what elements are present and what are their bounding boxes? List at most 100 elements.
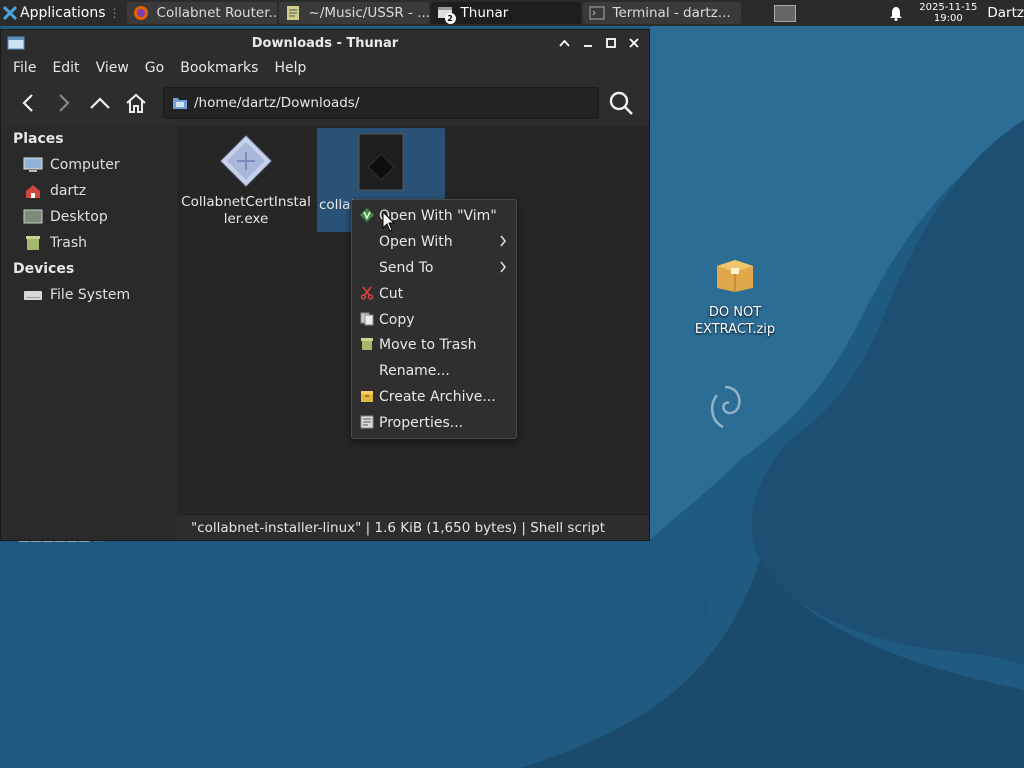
devices-heading: Devices (13, 261, 75, 277)
desktop-icon (23, 209, 43, 224)
file-manager-icon: 2 (437, 5, 456, 24)
sidebar-item-trash[interactable]: Trash (1, 230, 176, 256)
window-count-badge: 2 (444, 13, 456, 24)
forward-button[interactable] (51, 90, 77, 116)
taskbar-item-terminal[interactable]: Terminal - dartz... (582, 2, 741, 24)
parent-folder-button[interactable] (87, 90, 113, 116)
menu-item-properties[interactable]: Properties... (352, 410, 516, 436)
menu-item-label: Send To (379, 259, 434, 276)
applications-label: Applications (20, 5, 106, 21)
taskbar-item-thunar[interactable]: 2 Thunar (430, 2, 581, 24)
applications-menu-button[interactable]: Applications ⋮ (0, 0, 125, 26)
sidebar-item-label: Computer (50, 157, 120, 173)
forward-arrow-icon (59, 94, 70, 112)
mouse-pointer-icon (382, 211, 396, 232)
menu-item-label: Open With "Vim" (379, 207, 497, 224)
sidebar-item-filesystem[interactable]: File System (1, 282, 176, 308)
folder-icon (173, 98, 187, 109)
maximize-icon (605, 37, 616, 48)
status-bar: "collabnet-installer-linux" | 1.6 KiB (1… (177, 514, 649, 540)
debian-swirl-logo (710, 385, 741, 429)
sidebar-item-label: Desktop (50, 209, 108, 225)
home-button[interactable] (123, 90, 149, 116)
minimize-icon (583, 44, 592, 47)
menu-item-create-archive[interactable]: Create Archive... (352, 384, 516, 410)
menu-item-move-to-trash[interactable]: Move to Trash (352, 332, 516, 358)
location-bar[interactable] (163, 87, 599, 119)
archive-icon (361, 391, 373, 403)
menu-item-label: Move to Trash (379, 337, 477, 354)
menu-item-send-to[interactable]: Send To (352, 255, 516, 281)
file-name: collal (319, 197, 355, 213)
taskbar-item-label: Collabnet Router... (156, 5, 277, 21)
menu-item-label: Open With (379, 233, 453, 250)
chevron-up-icon (559, 39, 570, 47)
copy-icon (360, 312, 374, 326)
submenu-arrow-icon (500, 261, 507, 273)
menu-item-cut[interactable]: Cut (352, 281, 516, 307)
menu-help[interactable]: Help (266, 60, 314, 76)
clock-time: 19:00 (933, 13, 963, 24)
terminal-icon (589, 6, 605, 20)
menu-item-label: Cut (379, 285, 404, 302)
shell-script-icon (358, 133, 404, 191)
menu-item-rename[interactable]: Rename... (352, 358, 516, 384)
location-input[interactable] (194, 95, 574, 111)
clock-date: 2025-11-15 (919, 2, 978, 13)
drive-icon (24, 291, 42, 300)
sidebar: Places Computer dartz Desktop Trash Devi… (1, 126, 176, 540)
close-icon (628, 37, 639, 48)
taskbar-item-label: Thunar (460, 5, 509, 21)
file-name: CollabnetCertInstaller.exe (181, 194, 311, 227)
sidebar-item-label: File System (50, 287, 131, 303)
thunar-window: Downloads - Thunar File Edit View Go Boo… (0, 29, 650, 541)
scissors-icon (360, 286, 374, 300)
file-item[interactable]: CollabnetCertInstaller.exe (181, 134, 311, 228)
menu-bar: File Edit View Go Bookmarks Help (1, 56, 649, 80)
window-titlebar[interactable]: Downloads - Thunar (1, 30, 649, 56)
workspace-switcher[interactable] (773, 4, 796, 22)
sidebar-item-dartz[interactable]: dartz (1, 178, 176, 204)
sidebar-item-computer[interactable]: Computer (1, 152, 176, 178)
panel-clock[interactable]: 2025-11-15 19:00 (919, 2, 977, 24)
close-button[interactable] (626, 35, 641, 50)
menu-go[interactable]: Go (137, 60, 172, 76)
archive-box-icon (717, 260, 753, 292)
home-folder-icon (26, 185, 40, 198)
trash-icon (26, 236, 40, 250)
desktop-icon-zip[interactable]: DO NOT EXTRACT.zip (690, 254, 780, 338)
submenu-arrow-icon (500, 235, 507, 247)
properties-icon (360, 415, 374, 429)
taskbar-item-text-editor[interactable]: ~/Music/USSR - ... (278, 2, 429, 24)
maximize-button[interactable] (603, 35, 618, 50)
executable-file-icon (220, 135, 272, 187)
up-arrow-icon (90, 97, 110, 109)
menu-item-open-with[interactable]: Open With (352, 229, 516, 255)
firefox-icon (133, 6, 148, 20)
menu-item-copy[interactable]: Copy (352, 307, 516, 333)
toolbar (1, 80, 649, 126)
menu-bookmarks[interactable]: Bookmarks (172, 60, 266, 76)
home-icon (126, 93, 146, 113)
back-arrow-icon (22, 94, 33, 112)
taskbar-item-label: Terminal - dartz... (612, 5, 731, 21)
panel-handle-icon: ⋮ (108, 6, 121, 20)
menu-item-open-with-vim[interactable]: Open With "Vim" (352, 203, 516, 229)
computer-icon (23, 157, 43, 172)
text-editor-icon (286, 6, 299, 20)
menu-file[interactable]: File (5, 60, 44, 76)
sidebar-item-desktop[interactable]: Desktop (1, 204, 176, 230)
search-icon[interactable] (608, 90, 634, 116)
menu-view[interactable]: View (88, 60, 137, 76)
user-menu[interactable]: Dartz (987, 5, 1024, 21)
shade-button[interactable] (557, 35, 572, 50)
taskbar-item-firefox[interactable]: Collabnet Router... (126, 2, 277, 24)
xfce-logo-icon (3, 6, 17, 20)
top-panel: Applications ⋮ Collabnet Router... ~/Mus… (0, 0, 1024, 26)
sidebar-item-label: Trash (50, 235, 87, 251)
notification-bell-icon[interactable] (889, 6, 903, 21)
menu-edit[interactable]: Edit (44, 60, 87, 76)
minimize-button[interactable] (580, 35, 595, 50)
back-button[interactable] (15, 90, 41, 116)
menu-item-label: Create Archive... (379, 389, 496, 406)
